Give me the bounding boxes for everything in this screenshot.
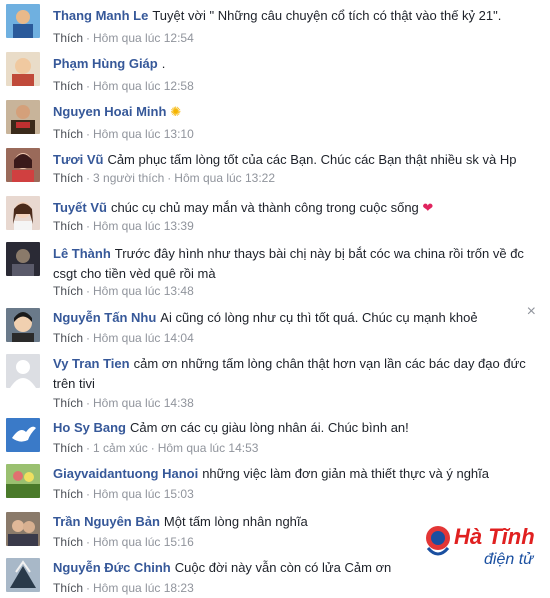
heart-icon: ❤ xyxy=(422,200,434,215)
timestamp[interactable]: Hôm qua lúc 13:48 xyxy=(93,284,194,298)
like-link[interactable]: Thích xyxy=(53,441,83,455)
avatar[interactable] xyxy=(6,512,40,546)
like-count[interactable]: 3 người thích xyxy=(93,171,164,185)
timestamp[interactable]: Hôm qua lúc 15:03 xyxy=(93,487,194,501)
like-link[interactable]: Thích xyxy=(53,171,83,185)
comment-text: . xyxy=(161,56,166,71)
avatar[interactable] xyxy=(6,100,40,134)
comment-text: Ai cũng có lòng như cụ thì tốt quá. Chúc… xyxy=(160,310,478,325)
comment-meta: Thích · Hôm qua lúc 15:16 xyxy=(53,535,194,549)
comment-text: Cảm phục tấm lòng tốt của các Bạn. Chúc … xyxy=(107,152,517,167)
like-link[interactable]: Thích xyxy=(53,535,83,549)
sparkle-icon: ✺ xyxy=(170,104,182,119)
commenter-name[interactable]: Lê Thành xyxy=(53,246,111,261)
commenter-name[interactable]: Vy Tran Tien xyxy=(53,356,130,371)
comment-text: Tuyệt vời " Những câu chuyện cổ tích có … xyxy=(152,8,502,23)
comment-text: những việc làm đơn giản mà thiết thực và… xyxy=(202,466,489,481)
comment-meta: Thích · 1 cảm xúc · Hôm qua lúc 14:53 xyxy=(53,441,259,455)
avatar[interactable] xyxy=(6,354,40,388)
timestamp[interactable]: Hôm qua lúc 13:39 xyxy=(93,219,194,233)
timestamp[interactable]: Hôm qua lúc 18:23 xyxy=(93,581,194,595)
comment-meta: Thích · Hôm qua lúc 18:23 xyxy=(53,581,194,595)
commenter-name[interactable]: Trần Nguyên Bản xyxy=(53,514,160,529)
timestamp[interactable]: Hôm qua lúc 13:10 xyxy=(93,127,194,141)
avatar[interactable] xyxy=(6,418,40,452)
comment-meta: Thích · Hôm qua lúc 12:58 xyxy=(53,79,194,93)
logo-brand: Hà Tĩnh xyxy=(454,524,535,549)
commenter-name[interactable]: Phạm Hùng Giáp xyxy=(53,56,158,71)
commenter-name[interactable]: Tươi Vũ xyxy=(53,152,103,167)
comment-meta: Thích · Hôm qua lúc 15:03 xyxy=(53,487,194,501)
comment-text: Một tấm lòng nhân nghĩa xyxy=(163,514,308,529)
comment-text: Cuộc đời này vẫn còn có lửa Cảm ơn xyxy=(174,560,392,575)
timestamp[interactable]: Hôm qua lúc 13:22 xyxy=(174,171,275,185)
site-logo: Hà Tĩnh điện tử xyxy=(424,518,544,588)
commenter-name[interactable]: Nguyễn Đức Chinh xyxy=(53,560,171,575)
comment-meta: Thích · Hôm qua lúc 12:54 xyxy=(53,31,194,45)
comment-meta: Thích · 3 người thích · Hôm qua lúc 13:22 xyxy=(53,171,276,185)
reaction-count[interactable]: 1 cảm xúc xyxy=(93,441,148,455)
timestamp[interactable]: Hôm qua lúc 12:58 xyxy=(93,79,194,93)
like-link[interactable]: Thích xyxy=(53,284,83,298)
like-link[interactable]: Thích xyxy=(53,79,83,93)
like-link[interactable]: Thích xyxy=(53,396,83,410)
commenter-name[interactable]: Ho Sy Bang xyxy=(53,420,126,435)
avatar[interactable] xyxy=(6,52,40,86)
timestamp[interactable]: Hôm qua lúc 14:38 xyxy=(93,396,194,410)
logo-graphic: Hà Tĩnh điện tử xyxy=(426,524,535,568)
avatar[interactable] xyxy=(6,242,40,276)
avatar[interactable] xyxy=(6,558,40,592)
close-icon[interactable]: × xyxy=(527,304,536,320)
avatar[interactable] xyxy=(6,148,40,182)
comment-text: chúc cụ chủ may mắn và thành công trong … xyxy=(110,200,419,215)
commenter-name[interactable]: Tuyết Vũ xyxy=(53,200,107,215)
like-link[interactable]: Thích xyxy=(53,127,83,141)
commenter-name[interactable]: Thang Manh Le xyxy=(53,8,148,23)
timestamp[interactable]: Hôm qua lúc 14:04 xyxy=(93,331,194,345)
avatar[interactable] xyxy=(6,464,40,498)
comment-text: Cảm ơn các cụ giàu lòng nhân ái. Chúc bì… xyxy=(129,420,409,435)
like-link[interactable]: Thích xyxy=(53,581,83,595)
comment-meta: Thích · Hôm qua lúc 14:04 xyxy=(53,331,194,345)
like-link[interactable]: Thích xyxy=(53,487,83,501)
comment-meta: Thích · Hôm qua lúc 13:39 xyxy=(53,219,194,233)
timestamp[interactable]: Hôm qua lúc 12:54 xyxy=(93,31,194,45)
timestamp[interactable]: Hôm qua lúc 14:53 xyxy=(158,441,259,455)
comment-text: Trước đây hình như thays bài chị này bị … xyxy=(53,246,524,281)
avatar[interactable] xyxy=(6,308,40,342)
commenter-name[interactable]: Giayvaidantuong Hanoi xyxy=(53,466,198,481)
commenter-name[interactable]: Nguyen Hoai Minh xyxy=(53,104,166,119)
like-link[interactable]: Thích xyxy=(53,219,83,233)
comment-meta: Thích · Hôm qua lúc 13:48 xyxy=(53,284,194,298)
comment-meta: Thích · Hôm qua lúc 13:10 xyxy=(53,127,194,141)
avatar[interactable] xyxy=(6,4,40,38)
logo-sub: điện tử xyxy=(484,551,535,568)
like-link[interactable]: Thích xyxy=(53,331,83,345)
avatar[interactable] xyxy=(6,196,40,230)
comment-meta: Thích · Hôm qua lúc 14:38 xyxy=(53,396,194,410)
like-link[interactable]: Thích xyxy=(53,31,83,45)
timestamp[interactable]: Hôm qua lúc 15:16 xyxy=(93,535,194,549)
commenter-name[interactable]: Nguyễn Tấn Nhu xyxy=(53,310,156,325)
